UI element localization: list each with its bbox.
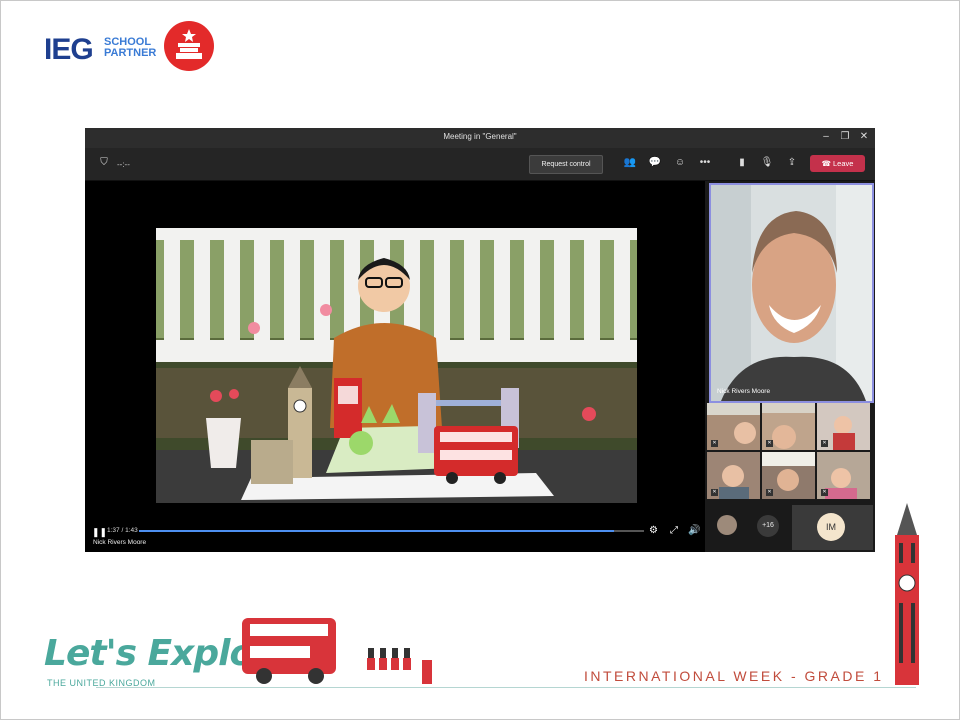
shared-video[interactable] [156,228,637,503]
phone-icon: ☎ [821,159,831,168]
seek-progress [139,530,614,532]
volume-icon[interactable]: 🔊 [688,525,700,536]
reactions-icon[interactable]: ☺ [673,156,687,170]
mic-off-icon: ✕ [711,489,718,496]
mic-off-icon: ✕ [766,489,773,496]
participant-tile[interactable]: ✕ [817,403,870,450]
participant-tile[interactable]: ✕ [817,452,870,499]
participant-tile[interactable]: ✕ [762,403,815,450]
participant-overflow-row: +16 IM [705,505,875,552]
double-decker-bus-illustration [242,618,336,684]
seek-bar[interactable] [139,530,644,532]
chat-icon[interactable]: 💬 [648,156,662,170]
presenter-name: Nick Rivers Moore [93,539,147,546]
meeting-timer: --:-- [117,160,130,169]
participant-tile-im[interactable]: IM [792,505,873,550]
ieg-logo: IEG [44,33,94,66]
mic-off-icon: ✕ [821,440,828,447]
share-icon[interactable]: ⇪ [785,156,799,170]
avatar[interactable] [717,515,737,535]
shield-icon: ⛉ [100,157,108,168]
more-participants-button[interactable]: +16 [757,515,779,537]
restore-icon[interactable]: ❐ [839,131,851,142]
guards-illustration [367,648,432,684]
mic-off-icon: ✕ [821,489,828,496]
international-week-label: INTERNATIONAL WEEK - GRADE 1 [584,668,884,684]
mic-off-icon: ✕ [766,440,773,447]
pause-icon[interactable]: ❚❚ [92,527,107,538]
teams-meeting-window: Meeting in "General" – ❐ ✕ ⛉ --:-- Reque… [85,128,875,552]
video-time: 1:37 / 1:43 [107,527,138,534]
mic-off-icon: ✕ [711,440,718,447]
video-controls: ❚❚ 1:37 / 1:43 ⚙ ⤢ 🔊 Nick Rivers Moore [85,522,705,552]
minimize-icon[interactable]: – [820,131,832,142]
close-icon[interactable]: ✕ [858,131,870,142]
leave-button[interactable]: ☎ Leave [810,155,865,172]
meeting-toolbar: ⛉ --:-- Request control 👥 💬 ☺ ••• ▮ 🎙 ⇪ … [85,148,875,181]
avatar: IM [817,513,845,541]
main-speaker-tile[interactable]: Nick Rivers Moore [709,183,874,403]
main-speaker-name: Nick Rivers Moore [717,388,771,395]
participants-icon[interactable]: 👥 [623,156,637,170]
title-bar: Meeting in "General" – ❐ ✕ [85,128,875,148]
ieg-partner-text: SCHOOL PARTNER [104,36,157,59]
participant-grid: ✕ ✕ ✕ ✕ ✕ ✕ [707,403,873,503]
participant-tile[interactable]: ✕ [707,452,760,499]
window-title: Meeting in "General" [443,132,517,141]
camera-icon[interactable]: ▮ [735,156,749,170]
request-control-button[interactable]: Request control [529,155,603,174]
footer-line [96,687,916,688]
fullscreen-icon[interactable]: ⤢ [670,525,678,536]
school-logo [164,21,214,71]
mic-off-icon[interactable]: 🎙 [760,156,774,170]
participants-panel: Nick Rivers Moore ✕ ✕ ✕ ✕ ✕ ✕ +16 IM [705,181,875,552]
settings-icon[interactable]: ⚙ [649,525,658,536]
big-ben-illustration [895,503,919,685]
shared-video-stage: ❚❚ 1:37 / 1:43 ⚙ ⤢ 🔊 Nick Rivers Moore [85,181,705,552]
participant-tile[interactable]: ✕ [762,452,815,499]
participant-tile[interactable]: ✕ [707,403,760,450]
more-options-icon[interactable]: ••• [698,156,712,170]
